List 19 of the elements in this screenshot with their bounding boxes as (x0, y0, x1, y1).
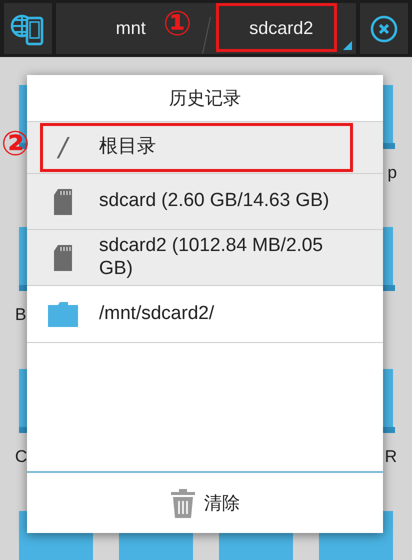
folder-label: C (15, 447, 28, 467)
root-slash-icon: / (58, 132, 68, 162)
breadcrumb-tab[interactable]: sdcard2 (223, 6, 340, 51)
trash-icon (170, 488, 196, 518)
step-number: ① (163, 7, 192, 41)
history-item[interactable]: /mnt/sdcard2/ (27, 286, 383, 343)
folder-label: B (15, 305, 26, 325)
step-number: ② (1, 127, 30, 161)
sd-card-icon (54, 244, 72, 270)
folder-label: p (388, 163, 397, 183)
folder-icon (48, 301, 78, 327)
history-item[interactable]: sdcard (2.60 GB/14.63 GB) (27, 174, 383, 230)
close-icon (370, 14, 398, 42)
sd-card-icon (54, 188, 72, 214)
clear-button[interactable]: 清除 (164, 482, 246, 524)
history-item[interactable]: sdcard2 (1012.84 MB/2.05 GB) (27, 230, 383, 286)
network-device-button[interactable] (4, 3, 52, 54)
folder-label: R (384, 447, 397, 467)
close-button[interactable] (360, 3, 408, 54)
